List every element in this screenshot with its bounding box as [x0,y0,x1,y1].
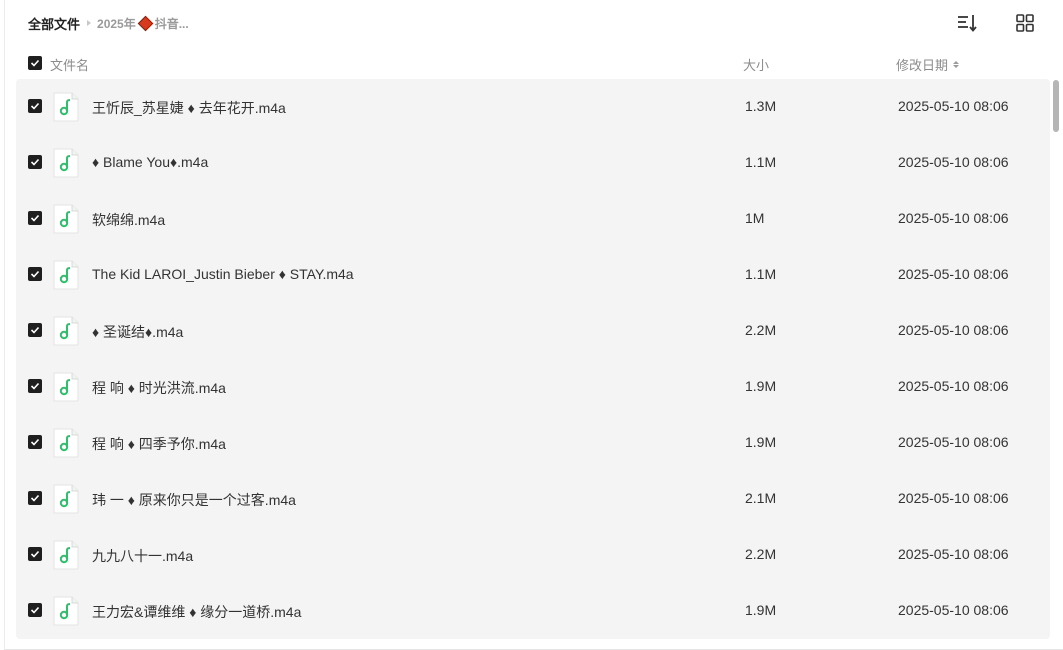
file-date: 2025-05-10 08:06 [898,322,1009,338]
file-row[interactable]: The Kid LAROI_Justin Bieber ♦ STAY.m4a 1… [16,247,1050,303]
file-date: 2025-05-10 08:06 [898,546,1009,562]
file-row[interactable]: ♦ Blame You♦.m4a 1.1M 2025-05-10 08:06 [16,135,1050,191]
red-diamond-icon [137,15,153,31]
audio-file-icon [53,484,79,514]
file-name[interactable]: The Kid LAROI_Justin Bieber ♦ STAY.m4a [92,266,354,282]
breadcrumb-separator-icon [87,20,92,26]
row-checkbox[interactable] [28,603,42,617]
file-row[interactable]: 软绵绵.m4a 1M 2025-05-10 08:06 [16,191,1050,247]
vertical-scrollbar[interactable] [1053,80,1059,132]
audio-file-icon [53,316,79,346]
column-date-header[interactable]: 修改日期 [896,55,960,74]
audio-file-icon [53,540,79,570]
file-date: 2025-05-10 08:06 [898,378,1009,394]
file-size: 1.9M [745,434,777,450]
file-name[interactable]: ♦ Blame You♦.m4a [92,154,208,170]
top-bar: 全部文件 2025年 抖音... [28,0,1063,46]
column-header: 文件名 大小 修改日期 [28,52,1063,74]
row-checkbox[interactable] [28,547,42,561]
file-size: 1.9M [745,602,777,618]
file-row[interactable]: 王力宏&谭维维 ♦ 缘分一道桥.m4a 1.9M 2025-05-10 08:0… [16,583,1050,639]
row-checkbox[interactable] [28,211,42,225]
audio-file-icon [53,372,79,402]
sort-arrows-icon [953,61,960,68]
file-size: 2.1M [745,490,777,506]
file-row[interactable]: 程 响 ♦ 时光洪流.m4a 1.9M 2025-05-10 08:06 [16,359,1050,415]
file-name[interactable]: 程 响 ♦ 四季予你.m4a [92,434,226,454]
file-size: 1.1M [745,154,777,170]
file-list: 王忻辰_苏星婕 ♦ 去年花开.m4a 1.3M 2025-05-10 08:06… [16,79,1050,639]
file-date: 2025-05-10 08:06 [898,266,1009,282]
file-size: 1M [745,210,765,226]
audio-file-icon [53,260,79,290]
select-all-checkbox[interactable] [28,56,42,70]
file-row[interactable]: 玮 一 ♦ 原来你只是一个过客.m4a 2.1M 2025-05-10 08:0… [16,471,1050,527]
file-name[interactable]: 王忻辰_苏星婕 ♦ 去年花开.m4a [92,98,286,118]
column-name-header[interactable]: 文件名 [50,55,89,74]
breadcrumb-current[interactable]: 2025年 抖音... [97,15,189,32]
file-name[interactable]: 程 响 ♦ 时光洪流.m4a [92,378,226,398]
file-date: 2025-05-10 08:06 [898,602,1009,618]
row-checkbox[interactable] [28,491,42,505]
grid-view-icon[interactable] [1013,11,1037,35]
file-date: 2025-05-10 08:06 [898,98,1009,114]
file-name[interactable]: ♦ 圣诞结♦.m4a [92,322,183,342]
file-size: 1.3M [745,98,777,114]
file-size: 2.2M [745,546,777,562]
file-row[interactable]: ♦ 圣诞结♦.m4a 2.2M 2025-05-10 08:06 [16,303,1050,359]
audio-file-icon [53,428,79,458]
file-name[interactable]: 玮 一 ♦ 原来你只是一个过客.m4a [92,490,296,510]
column-size-header[interactable]: 大小 [743,55,769,74]
file-date: 2025-05-10 08:06 [898,434,1009,450]
row-checkbox[interactable] [28,155,42,169]
sort-list-icon[interactable] [955,11,979,35]
file-date: 2025-05-10 08:06 [898,154,1009,170]
file-size: 1.1M [745,266,777,282]
column-date-label: 修改日期 [896,58,949,73]
file-size: 1.9M [745,378,777,394]
audio-file-icon [53,204,79,234]
audio-file-icon [53,148,79,178]
file-row[interactable]: 九九八十一.m4a 2.2M 2025-05-10 08:06 [16,527,1050,583]
breadcrumb-current-prefix: 2025年 [97,16,136,31]
file-name[interactable]: 王力宏&谭维维 ♦ 缘分一道桥.m4a [92,602,301,622]
file-date: 2025-05-10 08:06 [898,490,1009,506]
row-checkbox[interactable] [28,323,42,337]
row-checkbox[interactable] [28,267,42,281]
file-date: 2025-05-10 08:06 [898,210,1009,226]
breadcrumb-current-suffix: 抖音... [154,16,189,31]
file-name[interactable]: 九九八十一.m4a [92,546,193,566]
breadcrumb-root[interactable]: 全部文件 [28,14,80,33]
row-checkbox[interactable] [28,435,42,449]
audio-file-icon [53,596,79,626]
row-checkbox[interactable] [28,379,42,393]
audio-file-icon [53,92,79,122]
file-row[interactable]: 程 响 ♦ 四季予你.m4a 1.9M 2025-05-10 08:06 [16,415,1050,471]
file-name[interactable]: 软绵绵.m4a [92,210,165,230]
file-size: 2.2M [745,322,777,338]
row-checkbox[interactable] [28,99,42,113]
file-row[interactable]: 王忻辰_苏星婕 ♦ 去年花开.m4a 1.3M 2025-05-10 08:06 [16,79,1050,135]
